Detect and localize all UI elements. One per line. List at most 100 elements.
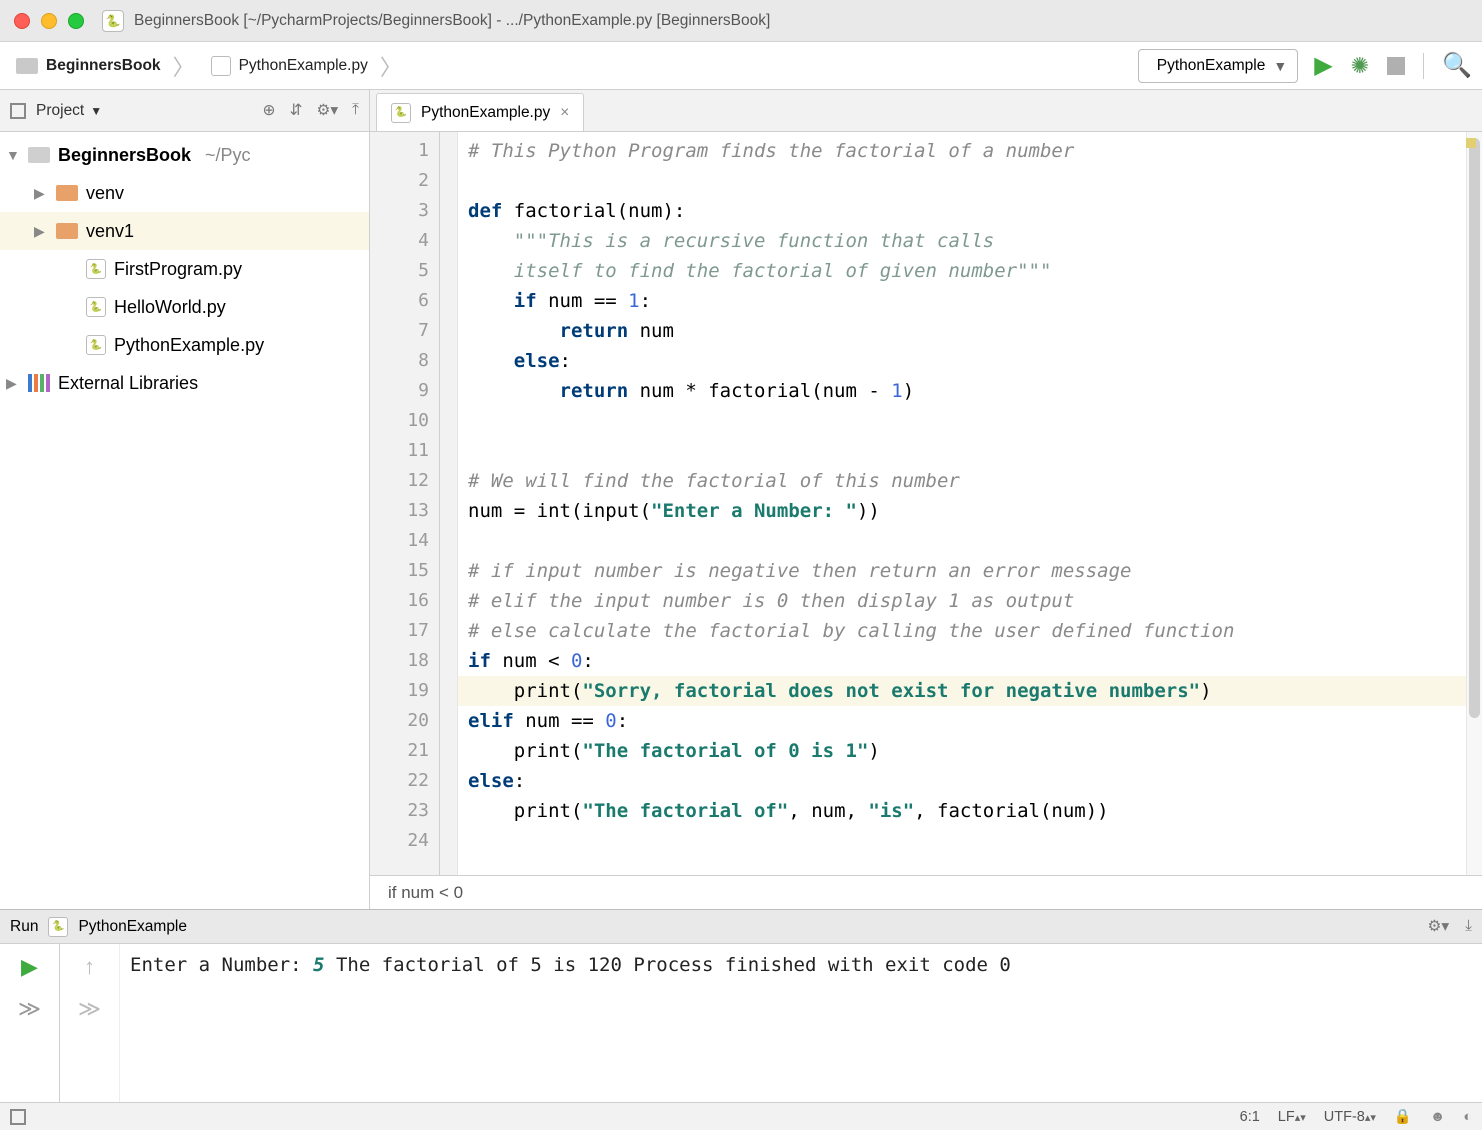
scroll-up-icon[interactable]: ↑ — [84, 954, 95, 980]
tree-item-venv[interactable]: ▶ venv — [0, 174, 369, 212]
console-output[interactable]: Enter a Number: 5 The factorial of 5 is … — [120, 944, 1482, 1102]
project-header: Project ▼ ⊕ ⇵ ⚙▾ ⤒ — [0, 90, 369, 132]
expand-icon[interactable]: ▶ — [6, 375, 20, 392]
run-controls-primary: ▶ ≫ — [0, 944, 60, 1102]
file-encoding[interactable]: UTF-8▴▾ — [1324, 1109, 1376, 1125]
python-file-icon — [211, 56, 231, 76]
run-config-label: PythonExample — [1157, 57, 1266, 75]
more-sub-icon[interactable]: ≫ — [78, 996, 101, 1022]
tree-item-helloworld[interactable]: 🐍 HelloWorld.py — [0, 288, 369, 326]
minimize-window-icon[interactable] — [41, 13, 57, 29]
code-content[interactable]: # This Python Program finds the factoria… — [458, 132, 1482, 875]
chevron-down-icon: ▼ — [90, 104, 102, 118]
breadcrumb-root-label: BeginnersBook — [46, 57, 161, 75]
project-tree[interactable]: ▼ BeginnersBook ~/Pyc ▶ venv ▶ venv1 🐍 F… — [0, 132, 369, 406]
folder-icon — [28, 147, 50, 163]
chevron-right-icon: 〉 — [173, 50, 195, 82]
stop-button[interactable] — [1387, 57, 1405, 75]
close-tab-icon[interactable]: × — [560, 104, 569, 122]
toolbar-actions: ▶ ✺ 🔍 — [1314, 51, 1472, 80]
python-file-icon: 🐍 — [86, 297, 106, 317]
expand-icon[interactable]: ▶ — [34, 223, 48, 240]
folder-icon — [16, 58, 38, 74]
tree-item-label: HelloWorld.py — [114, 297, 226, 318]
tree-item-label: venv — [86, 183, 124, 204]
run-header-config: PythonExample — [78, 918, 187, 936]
code-breadcrumb[interactable]: if num < 0 — [370, 875, 1482, 909]
python-file-icon: 🐍 — [86, 335, 106, 355]
run-tool-window: Run 🐍 PythonExample ⚙▾ ⤓ ▶ ≫ ↑ ≫ Enter a… — [0, 909, 1482, 1102]
project-header-label[interactable]: Project ▼ — [36, 102, 102, 120]
editor-area: 🐍 PythonExample.py × 1234567891011121314… — [370, 90, 1482, 909]
caret-position[interactable]: 6:1 — [1240, 1109, 1260, 1125]
project-tool-window: Project ▼ ⊕ ⇵ ⚙▾ ⤒ ▼ BeginnersBook ~/Pyc… — [0, 90, 370, 909]
scrollbar-thumb[interactable] — [1469, 138, 1480, 718]
tree-external-libraries[interactable]: ▶ External Libraries — [0, 364, 369, 402]
breadcrumb-file-label: PythonExample.py — [239, 57, 368, 75]
project-header-text: Project — [36, 102, 84, 120]
tree-root-path: ~/Pyc — [205, 145, 251, 166]
tree-item-firstprogram[interactable]: 🐍 FirstProgram.py — [0, 250, 369, 288]
console-input: 5 — [313, 954, 324, 976]
window-title: BeginnersBook [~/PycharmProjects/Beginne… — [134, 12, 770, 30]
gear-icon[interactable]: ⚙▾ — [1427, 917, 1449, 936]
line-separator[interactable]: LF▴▾ — [1278, 1109, 1306, 1125]
hide-icon[interactable]: ⤒ — [352, 101, 359, 120]
vertical-scrollbar[interactable] — [1466, 132, 1482, 875]
run-body: ▶ ≫ ↑ ≫ Enter a Number: 5 The factorial … — [0, 944, 1482, 1102]
tree-item-label: External Libraries — [58, 373, 198, 394]
tree-item-label: PythonExample.py — [114, 335, 264, 356]
editor-tab-label: PythonExample.py — [421, 104, 550, 122]
search-icon[interactable]: 🔍 — [1442, 51, 1472, 80]
rerun-button[interactable]: ▶ — [21, 954, 38, 980]
run-controls-secondary: ↑ ≫ — [60, 944, 120, 1102]
separator — [1423, 53, 1424, 79]
code-breadcrumb-label: if num < 0 — [388, 883, 463, 903]
collapse-all-icon[interactable]: ⇵ — [289, 101, 302, 120]
titlebar: 🐍 BeginnersBook [~/PycharmProjects/Begin… — [0, 0, 1482, 42]
expand-icon[interactable]: ▼ — [6, 147, 20, 163]
line-number-gutter: 123456789101112131415161718192021222324 — [370, 132, 440, 875]
breadcrumb-file[interactable]: PythonExample.py 〉 — [205, 49, 412, 83]
gear-icon[interactable]: ⚙▾ — [316, 101, 338, 120]
project-header-tools: ⊕ ⇵ ⚙▾ ⤒ — [262, 101, 359, 120]
run-button[interactable]: ▶ — [1314, 51, 1332, 80]
scroll-to-source-icon[interactable]: ⊕ — [262, 101, 275, 120]
console-exit: Process finished with exit code 0 — [633, 954, 1011, 976]
fold-gutter[interactable] — [440, 132, 458, 875]
download-icon[interactable]: ⤓ — [1465, 917, 1472, 936]
console-result: The factorial of 5 is 120 — [336, 954, 622, 976]
project-view-icon[interactable] — [10, 103, 26, 119]
tree-root[interactable]: ▼ BeginnersBook ~/Pyc — [0, 136, 369, 174]
chevron-down-icon: ▼ — [1273, 58, 1287, 74]
python-file-icon: 🐍 — [48, 917, 68, 937]
tree-item-label: FirstProgram.py — [114, 259, 242, 280]
python-file-icon: 🐍 — [391, 103, 411, 123]
zoom-window-icon[interactable] — [68, 13, 84, 29]
tree-item-label: venv1 — [86, 221, 134, 242]
run-header: Run 🐍 PythonExample ⚙▾ ⤓ — [0, 910, 1482, 944]
status-bar: 6:1 LF▴▾ UTF-8▴▾ 🔒 ☻ ◐ — [0, 1102, 1482, 1130]
debug-button[interactable]: ✺ — [1351, 53, 1369, 79]
inspector-icon[interactable]: ☻ — [1430, 1109, 1445, 1125]
tree-item-pythonexample[interactable]: 🐍 PythonExample.py — [0, 326, 369, 364]
lock-icon[interactable]: 🔒 — [1394, 1108, 1412, 1125]
editor-tabs: 🐍 PythonExample.py × — [370, 90, 1482, 132]
expand-icon[interactable]: ▶ — [34, 185, 48, 202]
libraries-icon — [28, 374, 50, 392]
close-window-icon[interactable] — [14, 13, 30, 29]
warning-marker-icon[interactable] — [1466, 138, 1476, 148]
breadcrumb-root[interactable]: BeginnersBook 〉 — [10, 49, 205, 83]
tree-root-label: BeginnersBook — [58, 145, 191, 166]
tree-item-venv1[interactable]: ▶ venv1 — [0, 212, 369, 250]
app-icon: 🐍 — [102, 10, 124, 32]
feedback-icon[interactable]: ◐ — [1463, 1109, 1472, 1125]
more-run-icon[interactable]: ≫ — [18, 996, 41, 1022]
window-controls — [14, 13, 84, 29]
code-editor[interactable]: 123456789101112131415161718192021222324 … — [370, 132, 1482, 875]
run-configuration-selector[interactable]: PythonExample ▼ — [1138, 49, 1298, 83]
breadcrumbs: BeginnersBook 〉 PythonExample.py 〉 — [10, 49, 1138, 83]
editor-tab[interactable]: 🐍 PythonExample.py × — [376, 93, 584, 131]
tool-windows-icon[interactable] — [10, 1109, 26, 1125]
run-header-actions: ⚙▾ ⤓ — [1427, 917, 1472, 936]
